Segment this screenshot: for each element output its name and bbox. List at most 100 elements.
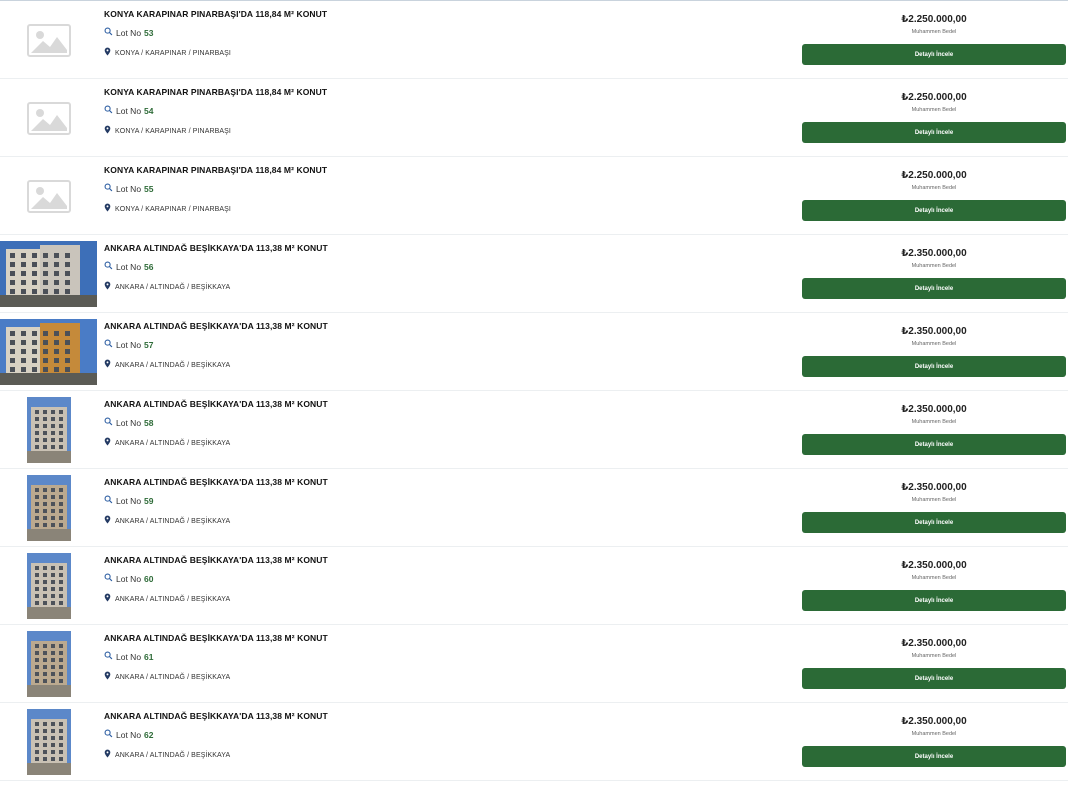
listing-thumbnail[interactable] [0,81,97,155]
listing-thumbnail[interactable] [0,315,97,389]
location-line: ANKARA / ALTINDAĞ / BEŞİKKAYA [104,281,328,294]
price-value: ₺2.350.000,00 [901,248,967,259]
lot-label: Lot No [116,106,142,116]
search-icon [104,339,113,351]
listing-row[interactable]: ANKARA ALTINDAĞ BEŞİKKAYA'DA 113,38 M² K… [0,703,1068,781]
location-line: KONYA / KARAPINAR / PINARBAŞI [104,203,327,216]
lot-line: Lot No 60 [104,573,328,585]
map-pin-icon [104,281,111,294]
listing-title[interactable]: ANKARA ALTINDAĞ BEŞİKKAYA'DA 113,38 M² K… [104,242,328,254]
price-value: ₺2.250.000,00 [901,14,967,25]
lot-line: Lot No 55 [104,183,327,195]
search-icon [104,495,113,507]
listing-info: ANKARA ALTINDAĞ BEŞİKKAYA'DA 113,38 M² K… [104,398,328,450]
lot-number: 60 [144,574,154,584]
search-icon [104,729,113,741]
listing-title[interactable]: KONYA KARAPINAR PINARBAŞI'DA 118,84 M² K… [104,164,327,176]
listing-info: ANKARA ALTINDAĞ BEŞİKKAYA'DA 113,38 M² K… [104,632,328,684]
listing-title[interactable]: KONYA KARAPINAR PINARBAŞI'DA 118,84 M² K… [104,8,327,20]
price-caption: Muhammen Bedel [911,653,957,659]
lot-number: 54 [144,106,154,116]
price-value: ₺2.250.000,00 [901,170,967,181]
location-text: ANKARA / ALTINDAĞ / BEŞİKKAYA [115,673,231,681]
listing-thumbnail[interactable] [0,3,97,77]
listing-row[interactable]: ANKARA ALTINDAĞ BEŞİKKAYA'DA 113,38 M² K… [0,469,1068,547]
lot-line: Lot No 61 [104,651,328,663]
location-text: ANKARA / ALTINDAĞ / BEŞİKKAYA [115,595,231,603]
listing-row[interactable]: ANKARA ALTINDAĞ BEŞİKKAYA'DA 113,38 M² K… [0,625,1068,703]
price-box: ₺2.350.000,00 Muhammen Bedel [802,716,1066,738]
map-pin-icon [104,203,111,216]
listing-title[interactable]: ANKARA ALTINDAĞ BEŞİKKAYA'DA 113,38 M² K… [104,554,328,566]
details-button[interactable]: Detaylı İncele [802,122,1066,143]
lot-line: Lot No 58 [104,417,328,429]
location-line: KONYA / KARAPINAR / PINARBAŞI [104,47,327,60]
listing-row[interactable]: ANKARA ALTINDAĞ BEŞİKKAYA'DA 113,38 M² K… [0,547,1068,625]
price-box: ₺2.350.000,00 Muhammen Bedel [802,638,1066,660]
listing-title[interactable]: ANKARA ALTINDAĞ BEŞİKKAYA'DA 113,38 M² K… [104,320,328,332]
listing-thumbnail[interactable] [0,159,97,233]
listing-thumbnail[interactable] [0,627,97,701]
listing-thumbnail[interactable] [0,471,97,545]
lot-label: Lot No [116,340,142,350]
details-button[interactable]: Detaylı İncele [802,590,1066,611]
price-caption: Muhammen Bedel [911,29,957,35]
price-caption: Muhammen Bedel [911,419,957,425]
lot-line: Lot No 57 [104,339,328,351]
listing-row[interactable]: KONYA KARAPINAR PINARBAŞI'DA 118,84 M² K… [0,1,1068,79]
listing-title[interactable]: ANKARA ALTINDAĞ BEŞİKKAYA'DA 113,38 M² K… [104,710,328,722]
location-text: ANKARA / ALTINDAĞ / BEŞİKKAYA [115,283,231,291]
listing-thumbnail[interactable] [0,393,97,467]
search-icon [104,261,113,273]
listing-thumbnail[interactable] [0,549,97,623]
property-photo [26,631,71,697]
lot-line: Lot No 53 [104,27,327,39]
property-photo [26,709,71,775]
listing-row[interactable]: ANKARA ALTINDAĞ BEŞİKKAYA'DA 113,38 M² K… [0,235,1068,313]
lot-label: Lot No [116,496,142,506]
details-button[interactable]: Detaylı İncele [802,200,1066,221]
listing-info: ANKARA ALTINDAĞ BEŞİKKAYA'DA 113,38 M² K… [104,554,328,606]
details-button[interactable]: Detaylı İncele [802,44,1066,65]
details-button[interactable]: Detaylı İncele [802,356,1066,377]
listing-title[interactable]: KONYA KARAPINAR PINARBAŞI'DA 118,84 M² K… [104,86,327,98]
lot-label: Lot No [116,574,142,584]
property-photo [26,475,71,541]
price-value: ₺2.350.000,00 [901,560,967,571]
listing-info: KONYA KARAPINAR PINARBAŞI'DA 118,84 M² K… [104,8,327,60]
listing-row[interactable]: KONYA KARAPINAR PINARBAŞI'DA 118,84 M² K… [0,157,1068,235]
location-text: ANKARA / ALTINDAĞ / BEŞİKKAYA [115,439,231,447]
property-photo [0,241,97,307]
search-icon [104,651,113,663]
location-line: ANKARA / ALTINDAĞ / BEŞİKKAYA [104,359,328,372]
price-caption: Muhammen Bedel [911,731,957,737]
listing-row[interactable]: ANKARA ALTINDAĞ BEŞİKKAYA'DA 113,38 M² K… [0,313,1068,391]
lot-line: Lot No 59 [104,495,328,507]
lot-label: Lot No [116,184,142,194]
listing-title[interactable]: ANKARA ALTINDAĞ BEŞİKKAYA'DA 113,38 M² K… [104,632,328,644]
listing-title[interactable]: ANKARA ALTINDAĞ BEŞİKKAYA'DA 113,38 M² K… [104,476,328,488]
location-line: ANKARA / ALTINDAĞ / BEŞİKKAYA [104,437,328,450]
price-box: ₺2.250.000,00 Muhammen Bedel [802,14,1066,36]
lot-number: 56 [144,262,154,272]
listing-info: ANKARA ALTINDAĞ BEŞİKKAYA'DA 113,38 M² K… [104,320,328,372]
listing-thumbnail[interactable] [0,705,97,779]
details-button[interactable]: Detaylı İncele [802,278,1066,299]
price-box: ₺2.250.000,00 Muhammen Bedel [802,170,1066,192]
image-placeholder-icon [26,101,71,135]
details-button[interactable]: Detaylı İncele [802,668,1066,689]
listing-row[interactable]: KONYA KARAPINAR PINARBAŞI'DA 118,84 M² K… [0,79,1068,157]
search-icon [104,105,113,117]
lot-number: 57 [144,340,154,350]
lot-number: 59 [144,496,154,506]
listing-thumbnail[interactable] [0,237,97,311]
details-button[interactable]: Detaylı İncele [802,434,1066,455]
details-button[interactable]: Detaylı İncele [802,746,1066,767]
lot-line: Lot No 56 [104,261,328,273]
listing-row[interactable]: ANKARA ALTINDAĞ BEŞİKKAYA'DA 113,38 M² K… [0,391,1068,469]
listing-title[interactable]: ANKARA ALTINDAĞ BEŞİKKAYA'DA 113,38 M² K… [104,398,328,410]
map-pin-icon [104,437,111,450]
location-text: ANKARA / ALTINDAĞ / BEŞİKKAYA [115,751,231,759]
details-button[interactable]: Detaylı İncele [802,512,1066,533]
map-pin-icon [104,749,111,762]
